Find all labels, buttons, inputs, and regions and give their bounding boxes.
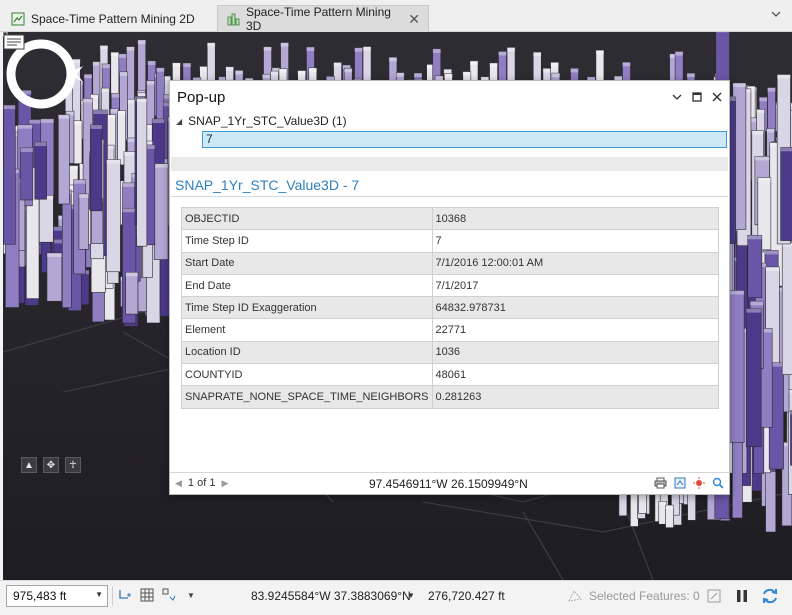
tab-label: Space-Time Pattern Mining 3D: [246, 5, 391, 33]
constraints-icon[interactable]: [161, 587, 177, 603]
attribute-field: Time Step ID Exaggeration: [181, 296, 433, 320]
attribute-field: SNAPRATE_NONE_SPACE_TIME_NEIGHBORS: [181, 385, 433, 409]
attribute-row: Start Date 7/1/2016 12:00:01 AM: [181, 251, 719, 275]
attribute-row: End Date 7/1/2017: [181, 273, 719, 298]
pager-label: 1 of 1: [187, 477, 216, 489]
coordinate-format-dropdown-icon[interactable]: ▼: [407, 591, 415, 600]
clear-selection-icon[interactable]: [705, 586, 723, 606]
layer-node[interactable]: ◢ SNAP_1Yr_STC_Value3D (1): [176, 113, 726, 129]
snapping-tools: ▼: [117, 587, 199, 603]
maximize-icon[interactable]: [691, 90, 703, 104]
popup-footer: ◀ 1 of 1 ▶ 97.4546911°W 26.1509949°N: [170, 472, 729, 494]
attribute-row: COUNTYID 48061: [181, 363, 719, 387]
attribute-field: Time Step ID: [181, 229, 433, 253]
collapse-triangle-icon[interactable]: ◢: [176, 117, 182, 126]
scale-selector[interactable]: 975,483 ft ▼: [6, 585, 108, 607]
pager: ◀ 1 of 1 ▶: [175, 477, 228, 489]
divider: [171, 196, 728, 197]
selection-icon: [568, 590, 582, 602]
attribute-table: OBJECTID 10368 Time Step ID 7 Start Date 7/1/…: [181, 206, 719, 409]
feature-node-selected[interactable]: 7: [202, 131, 727, 148]
attribute-value: 64832.978731: [431, 296, 719, 320]
document-tab-bar: Space-Time Pattern Mining 2D Space-Time …: [0, 0, 792, 33]
attribute-field: Location ID: [181, 340, 433, 365]
tab-label: Space-Time Pattern Mining 2D: [31, 11, 195, 26]
pause-drawing-icon[interactable]: [733, 586, 751, 606]
status-bar-controls: [705, 586, 779, 606]
layer-node-label: SNAP_1Yr_STC_Value3D (1): [188, 114, 347, 128]
attribute-row: Location ID 1036: [181, 340, 719, 365]
divider: [171, 157, 728, 171]
tab-space-time-2d[interactable]: Space-Time Pattern Mining 2D: [3, 5, 213, 32]
attribute-value: 0.281263: [431, 385, 719, 409]
previous-arrow-icon[interactable]: ◀: [175, 478, 182, 489]
scene-navigator-toolbar: ▲ ✥ ☥: [21, 457, 81, 473]
attribute-value: 7/1/2017: [431, 273, 719, 298]
popup-tools: [654, 476, 724, 490]
chevron-down-icon[interactable]: [671, 90, 683, 104]
grid-icon[interactable]: [139, 587, 155, 603]
chevron-down-icon[interactable]: [770, 8, 782, 20]
zoom-to-icon[interactable]: [711, 476, 724, 490]
chevron-down-icon[interactable]: ▼: [183, 587, 199, 603]
snapping-icon[interactable]: [117, 587, 133, 603]
pan-icon[interactable]: ✥: [43, 457, 59, 473]
popup-window-controls: [671, 90, 723, 104]
attribute-field: COUNTYID: [181, 363, 433, 387]
attribute-value: 1036: [431, 340, 719, 365]
attribute-value: 10368: [431, 206, 719, 231]
cursor-elevation: 276,720.427 ft: [428, 589, 505, 603]
attribute-value: 7/1/2016 12:00:01 AM: [431, 251, 719, 275]
attribute-row: Time Step ID 7: [181, 229, 719, 253]
attribute-field: Element: [181, 318, 433, 342]
attribute-value: 7: [431, 229, 719, 253]
feature-title: SNAP_1Yr_STC_Value3D - 7: [175, 177, 360, 193]
scale-value: 975,483 ft: [13, 589, 67, 603]
print-icon[interactable]: [654, 476, 667, 490]
attribute-value: 22771: [431, 318, 719, 342]
up-arrow-icon[interactable]: ▲: [21, 457, 37, 473]
dropdown-arrow-icon[interactable]: ▼: [95, 590, 103, 599]
scene-icon: [227, 13, 240, 26]
export-icon[interactable]: [673, 476, 686, 490]
divider: [112, 586, 113, 606]
bookmarks-icon[interactable]: [3, 32, 25, 52]
walk-icon[interactable]: ☥: [65, 457, 81, 473]
close-icon[interactable]: ✕: [408, 11, 420, 28]
popup-title: Pop-up: [177, 88, 226, 106]
attribute-field: Start Date: [181, 251, 433, 275]
close-icon[interactable]: [711, 90, 723, 104]
cursor-coordinates: 83.9245584°W 37.3883069°N: [251, 589, 411, 603]
popup-location: 97.4546911°W 26.1509949°N: [369, 477, 528, 491]
refresh-icon[interactable]: [761, 586, 779, 606]
map-icon: [11, 12, 25, 25]
tab-space-time-3d[interactable]: Space-Time Pattern Mining 3D ✕: [217, 5, 429, 33]
attribute-field: OBJECTID: [181, 206, 433, 231]
selected-features: Selected Features: 0: [567, 589, 700, 603]
attribute-row: OBJECTID 10368: [181, 206, 719, 231]
attribute-row: SNAPRATE_NONE_SPACE_TIME_NEIGHBORS 0.2812…: [181, 385, 719, 409]
attribute-field: End Date: [181, 273, 433, 298]
flash-feature-icon[interactable]: [692, 476, 705, 490]
attribute-value: 48061: [431, 363, 719, 387]
feature-tree: ◢ SNAP_1Yr_STC_Value3D (1) 7: [176, 113, 727, 148]
popup-window: Pop-up ◢ SNAP_1Yr_STC_Value3D (1) 7 SNAP…: [169, 80, 730, 495]
attribute-row: Time Step ID Exaggeration 64832.978731: [181, 296, 719, 320]
attribute-row: Element 22771: [181, 318, 719, 342]
next-arrow-icon[interactable]: ▶: [221, 478, 228, 489]
selected-features-label: Selected Features: 0: [589, 589, 700, 603]
status-bar: 975,483 ft ▼ ▼ 83.9245584°W 37.3883069°N…: [0, 580, 792, 615]
